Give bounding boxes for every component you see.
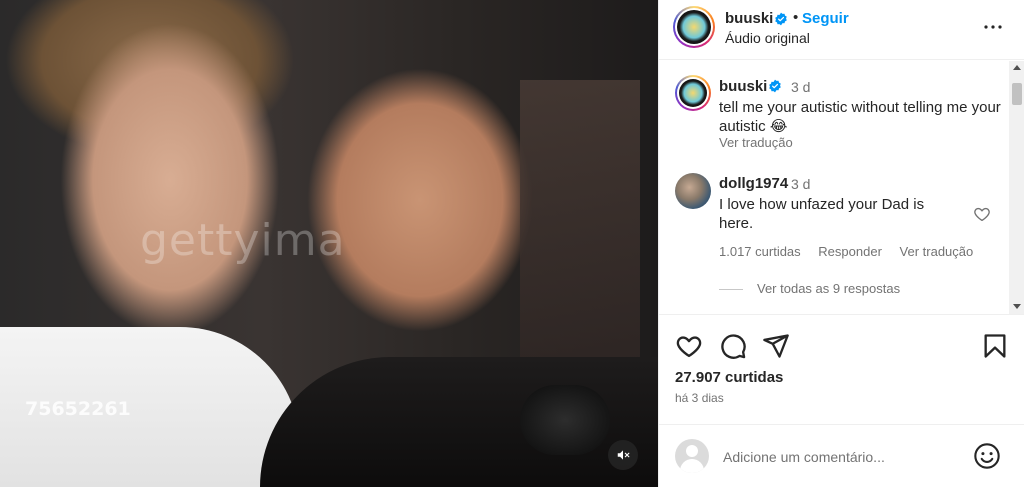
emoji-icon[interactable] [973, 442, 1001, 470]
scrollbar-thumb[interactable] [1012, 83, 1022, 105]
comment-text: I love how unfazed your Dad is here. [719, 196, 925, 232]
comment-input[interactable] [723, 445, 963, 469]
video-stock-id: 75652261 [25, 398, 131, 420]
view-replies-label: Ver todas as 9 respostas [757, 281, 901, 296]
heart-icon[interactable] [675, 332, 703, 360]
caption-timestamp[interactable]: 3 d [791, 79, 810, 95]
video-watermark: gettyima [140, 215, 346, 266]
video-microphone [520, 385, 610, 455]
scroll-up-arrow-icon[interactable] [1013, 65, 1021, 70]
mute-button[interactable] [608, 440, 638, 470]
reply-button[interactable]: Responder [818, 244, 882, 259]
share-icon[interactable] [762, 332, 790, 360]
follow-button[interactable]: Seguir [802, 10, 849, 27]
comments-scrollbar[interactable] [1009, 61, 1024, 314]
comment-translate-link[interactable]: Ver tradução [900, 244, 974, 259]
comments-section[interactable]: buuski 3 d tell me your autistic without… [659, 61, 1024, 315]
more-horizontal-icon[interactable] [981, 15, 1005, 39]
post-side-panel: buuski • Seguir Áudio original buuski 3 … [658, 0, 1024, 487]
comment-actions: 1.017 curtidas Responder Ver tradução [719, 244, 987, 259]
current-user-avatar [675, 439, 709, 473]
comment-likes-count[interactable]: 1.017 curtidas [719, 244, 801, 259]
caption-text: tell me your autistic without telling me… [719, 99, 1001, 135]
caption-author-avatar[interactable] [675, 75, 711, 111]
post-likes-count[interactable]: 27.907 curtidas [675, 369, 783, 386]
author-username[interactable]: buuski [725, 10, 773, 27]
post-date[interactable]: há 3 dias [675, 391, 724, 405]
comment-username[interactable]: dollg1974 [719, 175, 788, 192]
view-replies-button[interactable]: Ver todas as 9 respostas [719, 281, 900, 296]
bookmark-icon[interactable] [981, 332, 1009, 360]
verified-badge-icon [769, 79, 781, 93]
header-separator-dot: • [793, 9, 799, 26]
scroll-down-arrow-icon[interactable] [1013, 304, 1021, 309]
caption-translate-link[interactable]: Ver tradução [719, 135, 793, 150]
comment-icon[interactable] [719, 332, 747, 360]
post-video[interactable]: gettyima 75652261 [0, 0, 658, 487]
author-avatar[interactable] [673, 6, 715, 48]
audio-label[interactable]: Áudio original [725, 30, 810, 46]
caption-username[interactable]: buuski [719, 78, 767, 95]
speaker-muted-icon [617, 450, 630, 460]
verified-badge-icon [775, 12, 787, 26]
post-actions-bar [659, 326, 1024, 366]
video-background-shelf [520, 80, 640, 380]
replies-divider-line [719, 289, 743, 291]
add-comment-bar [659, 424, 1024, 487]
post-header: buuski • Seguir Áudio original [659, 0, 1024, 60]
comment-timestamp[interactable]: 3 d [791, 176, 810, 192]
comment-heart-icon[interactable] [973, 205, 991, 223]
commenter-avatar[interactable] [675, 173, 711, 209]
